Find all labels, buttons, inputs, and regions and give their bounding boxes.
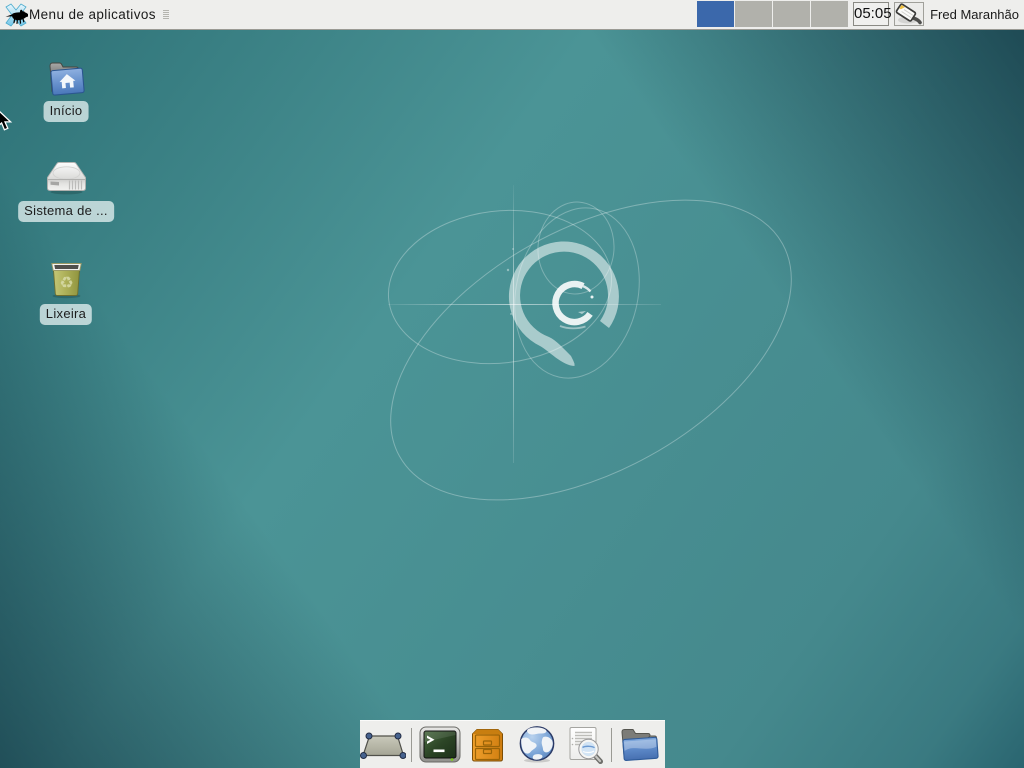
svg-text:♻: ♻ bbox=[59, 275, 73, 292]
